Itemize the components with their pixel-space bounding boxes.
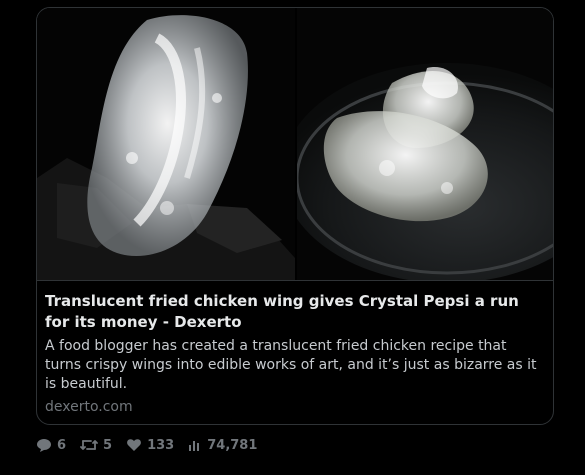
card-media[interactable] [37, 8, 553, 280]
post-actions-bar: 6 5 133 74,781 [36, 437, 271, 453]
card-text[interactable]: Translucent fried chicken wing gives Cry… [37, 280, 553, 417]
repost-button[interactable]: 5 [80, 437, 112, 453]
heart-icon [127, 439, 141, 451]
like-count: 133 [147, 437, 175, 453]
reply-count: 6 [57, 437, 67, 453]
link-preview-card[interactable]: Translucent fried chicken wing gives Cry… [36, 7, 554, 425]
card-domain[interactable]: dexerto.com [45, 398, 545, 417]
comment-icon [37, 439, 51, 452]
like-button[interactable]: 133 [126, 437, 174, 453]
repost-count: 5 [103, 437, 113, 453]
card-title[interactable]: Translucent fried chicken wing gives Cry… [45, 291, 545, 333]
view-count: 74,781 [207, 437, 258, 453]
views-chart-icon [189, 441, 200, 451]
translucent-chicken-plate-image [297, 8, 553, 280]
reply-button[interactable]: 6 [36, 437, 66, 453]
translucent-chicken-held-image [37, 8, 295, 280]
card-description: A food blogger has created a translucent… [45, 338, 537, 392]
repost-icon [80, 440, 98, 450]
views-button[interactable]: 74,781 [188, 438, 257, 453]
